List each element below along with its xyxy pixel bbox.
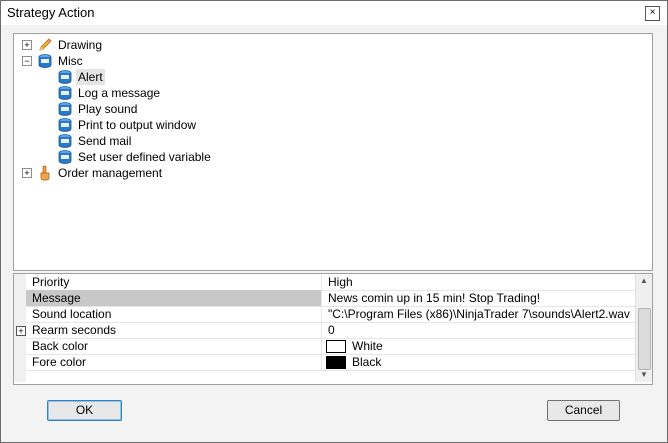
close-button[interactable]: × bbox=[645, 6, 660, 21]
collapse-icon[interactable]: − bbox=[22, 56, 32, 66]
tree-item-log-a-message[interactable]: Log a message bbox=[14, 85, 314, 101]
tree-item-misc[interactable]: − Misc bbox=[14, 53, 314, 69]
cube-icon bbox=[58, 70, 72, 84]
tree-item-label: Play sound bbox=[78, 102, 138, 116]
property-row-sound-location[interactable]: Sound location "C:\Program Files (x86)\N… bbox=[26, 306, 635, 323]
tree-item-order-management[interactable]: + Order management bbox=[14, 165, 314, 181]
property-name: Rearm seconds bbox=[26, 322, 322, 338]
scroll-down-icon[interactable]: ▼ bbox=[636, 368, 652, 382]
color-swatch bbox=[326, 340, 346, 353]
property-value-wrapper[interactable]: Black bbox=[324, 354, 639, 370]
dialog-title: Strategy Action bbox=[7, 5, 95, 20]
property-grid: Priority High Message News comin up in 1… bbox=[13, 273, 653, 385]
tree-item-label: Misc bbox=[58, 54, 83, 68]
property-value[interactable]: "C:\Program Files (x86)\NinjaTrader 7\so… bbox=[324, 306, 639, 322]
tree-item-set-user-defined-variable[interactable]: Set user defined variable bbox=[14, 149, 314, 165]
expand-icon[interactable]: + bbox=[16, 326, 26, 336]
scroll-up-icon[interactable]: ▲ bbox=[636, 274, 652, 288]
expand-icon[interactable]: + bbox=[22, 40, 32, 50]
title-bar: Strategy Action × bbox=[1, 1, 667, 25]
tree-item-print-to-output-window[interactable]: Print to output window bbox=[14, 117, 314, 133]
property-row-message[interactable]: Message News comin up in 15 min! Stop Tr… bbox=[26, 290, 635, 307]
property-value: Black bbox=[352, 355, 382, 369]
expand-icon[interactable]: + bbox=[22, 168, 32, 178]
tree-item-label: Set user defined variable bbox=[78, 150, 211, 164]
property-name: Priority bbox=[26, 274, 322, 290]
property-name: Sound location bbox=[26, 306, 322, 322]
cube-icon bbox=[58, 118, 72, 132]
cube-icon bbox=[58, 150, 72, 164]
cancel-button[interactable]: Cancel bbox=[547, 400, 620, 421]
property-row-priority[interactable]: Priority High bbox=[26, 274, 635, 291]
property-value-wrapper[interactable]: White bbox=[324, 338, 639, 354]
ok-button[interactable]: OK bbox=[47, 400, 122, 421]
pencil-icon bbox=[39, 38, 52, 51]
property-row-rearm-seconds[interactable]: Rearm seconds 0 bbox=[26, 322, 635, 339]
scroll-thumb[interactable] bbox=[638, 308, 651, 370]
tree-item-label: Order management bbox=[58, 166, 163, 180]
tree-item-label: Log a message bbox=[78, 86, 161, 100]
tree-item-play-sound[interactable]: Play sound bbox=[14, 101, 314, 117]
strategy-action-dialog: Strategy Action × + Drawing − Misc Alert… bbox=[0, 0, 668, 443]
cube-icon bbox=[58, 102, 72, 116]
property-value: White bbox=[352, 339, 383, 353]
vertical-scrollbar[interactable]: ▲ ▼ bbox=[635, 274, 652, 382]
cube-icon bbox=[58, 86, 72, 100]
color-swatch bbox=[326, 356, 346, 369]
property-value[interactable]: High bbox=[324, 274, 639, 290]
action-tree[interactable]: + Drawing − Misc Alert Log a message Pla… bbox=[13, 33, 653, 271]
property-name: Back color bbox=[26, 338, 322, 354]
tree-item-alert[interactable]: Alert bbox=[14, 69, 314, 85]
cube-icon bbox=[58, 134, 72, 148]
property-name: Message bbox=[26, 290, 322, 306]
tree-item-send-mail[interactable]: Send mail bbox=[14, 133, 314, 149]
tree-item-label: Drawing bbox=[58, 38, 103, 52]
tree-item-label: Send mail bbox=[78, 134, 132, 148]
property-row-fore-color[interactable]: Fore color Black bbox=[26, 354, 635, 371]
hand-icon bbox=[40, 165, 50, 181]
tree-item-label: Alert bbox=[76, 69, 105, 85]
property-value[interactable]: News comin up in 15 min! Stop Trading! bbox=[324, 290, 639, 306]
tree-item-drawing[interactable]: + Drawing bbox=[14, 37, 314, 53]
property-row-back-color[interactable]: Back color White bbox=[26, 338, 635, 355]
cube-icon bbox=[38, 54, 52, 68]
tree-item-label: Print to output window bbox=[78, 118, 197, 132]
property-name: Fore color bbox=[26, 354, 322, 370]
property-value[interactable]: 0 bbox=[324, 322, 639, 338]
